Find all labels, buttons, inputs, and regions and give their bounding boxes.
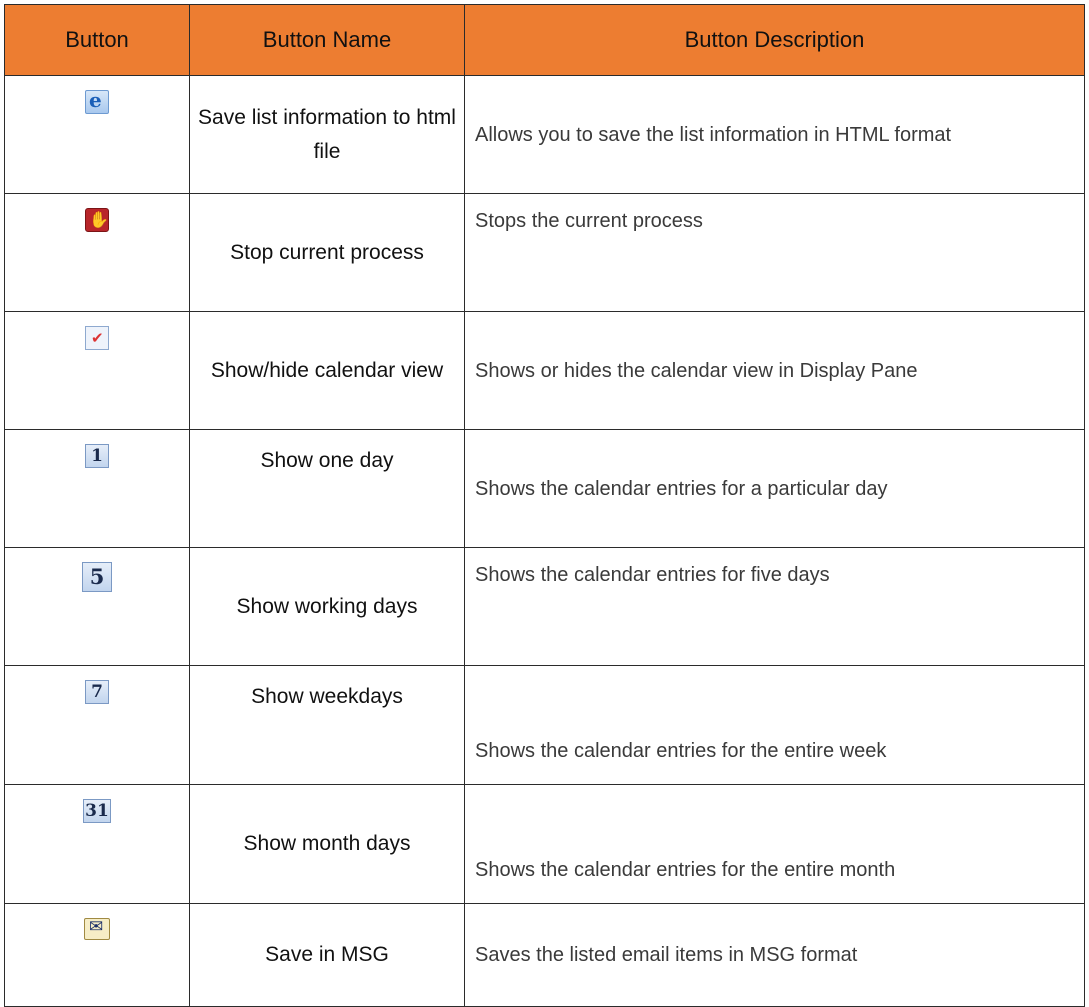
calendar-check-icon [85, 326, 109, 350]
icon-cell: 31 [4, 784, 190, 904]
button-reference-table: Button Button Name Button Description Sa… [4, 4, 1085, 1007]
html-save-icon [85, 88, 109, 114]
calendar-day-1-icon: 1 [85, 444, 109, 468]
icon-cell: 7 [4, 665, 190, 785]
button-name: Show/hide calendar view [189, 311, 465, 430]
badge-31: 31 [85, 801, 109, 821]
icon-cell: 5 [4, 547, 190, 666]
button-name: Show weekdays [189, 665, 465, 785]
button-description: Stops the current process [464, 193, 1085, 312]
table-row: Show/hide calendar view Shows or hides t… [4, 311, 1085, 430]
badge-7: 7 [91, 682, 103, 702]
badge-1: 1 [91, 446, 103, 466]
table-row: Stop current process Stops the current p… [4, 193, 1085, 312]
button-description: Shows or hides the calendar view in Disp… [464, 311, 1085, 430]
table-row: 5 Show working days Shows the calendar e… [4, 547, 1085, 666]
calendar-day-7-icon: 7 [85, 680, 109, 704]
table-row: 7 Show weekdays Shows the calendar entri… [4, 665, 1085, 785]
button-name: Stop current process [189, 193, 465, 312]
header-button-description: Button Description [464, 4, 1085, 76]
table-row: 1 Show one day Shows the calendar entrie… [4, 429, 1085, 548]
button-description: Shows the calendar entries for the entir… [464, 784, 1085, 904]
icon-cell [4, 193, 190, 312]
icon-cell [4, 75, 190, 194]
button-name: Show working days [189, 547, 465, 666]
icon-cell [4, 311, 190, 430]
icon-cell [4, 903, 190, 1007]
button-description: Shows the calendar entries for five days [464, 547, 1085, 666]
button-description: Shows the calendar entries for a particu… [464, 429, 1085, 548]
button-description: Saves the listed email items in MSG form… [464, 903, 1085, 1007]
table-row: Save list information to html file Allow… [4, 75, 1085, 194]
header-button: Button [4, 4, 190, 76]
header-button-name: Button Name [189, 4, 465, 76]
button-name: Show month days [189, 784, 465, 904]
button-description: Shows the calendar entries for the entir… [464, 665, 1085, 785]
button-name: Show one day [189, 429, 465, 548]
badge-5: 5 [89, 564, 105, 589]
calendar-day-5-icon: 5 [82, 562, 112, 592]
table-row: Save in MSG Saves the listed email items… [4, 903, 1085, 1007]
icon-cell: 1 [4, 429, 190, 548]
button-name: Save list information to html file [189, 75, 465, 194]
calendar-day-31-icon: 31 [83, 799, 111, 823]
header-row: Button Button Name Button Description [4, 4, 1085, 76]
table-row: 31 Show month days Shows the calendar en… [4, 784, 1085, 904]
button-name: Save in MSG [189, 903, 465, 1007]
stop-icon [85, 208, 109, 232]
button-description: Allows you to save the list information … [464, 75, 1085, 194]
